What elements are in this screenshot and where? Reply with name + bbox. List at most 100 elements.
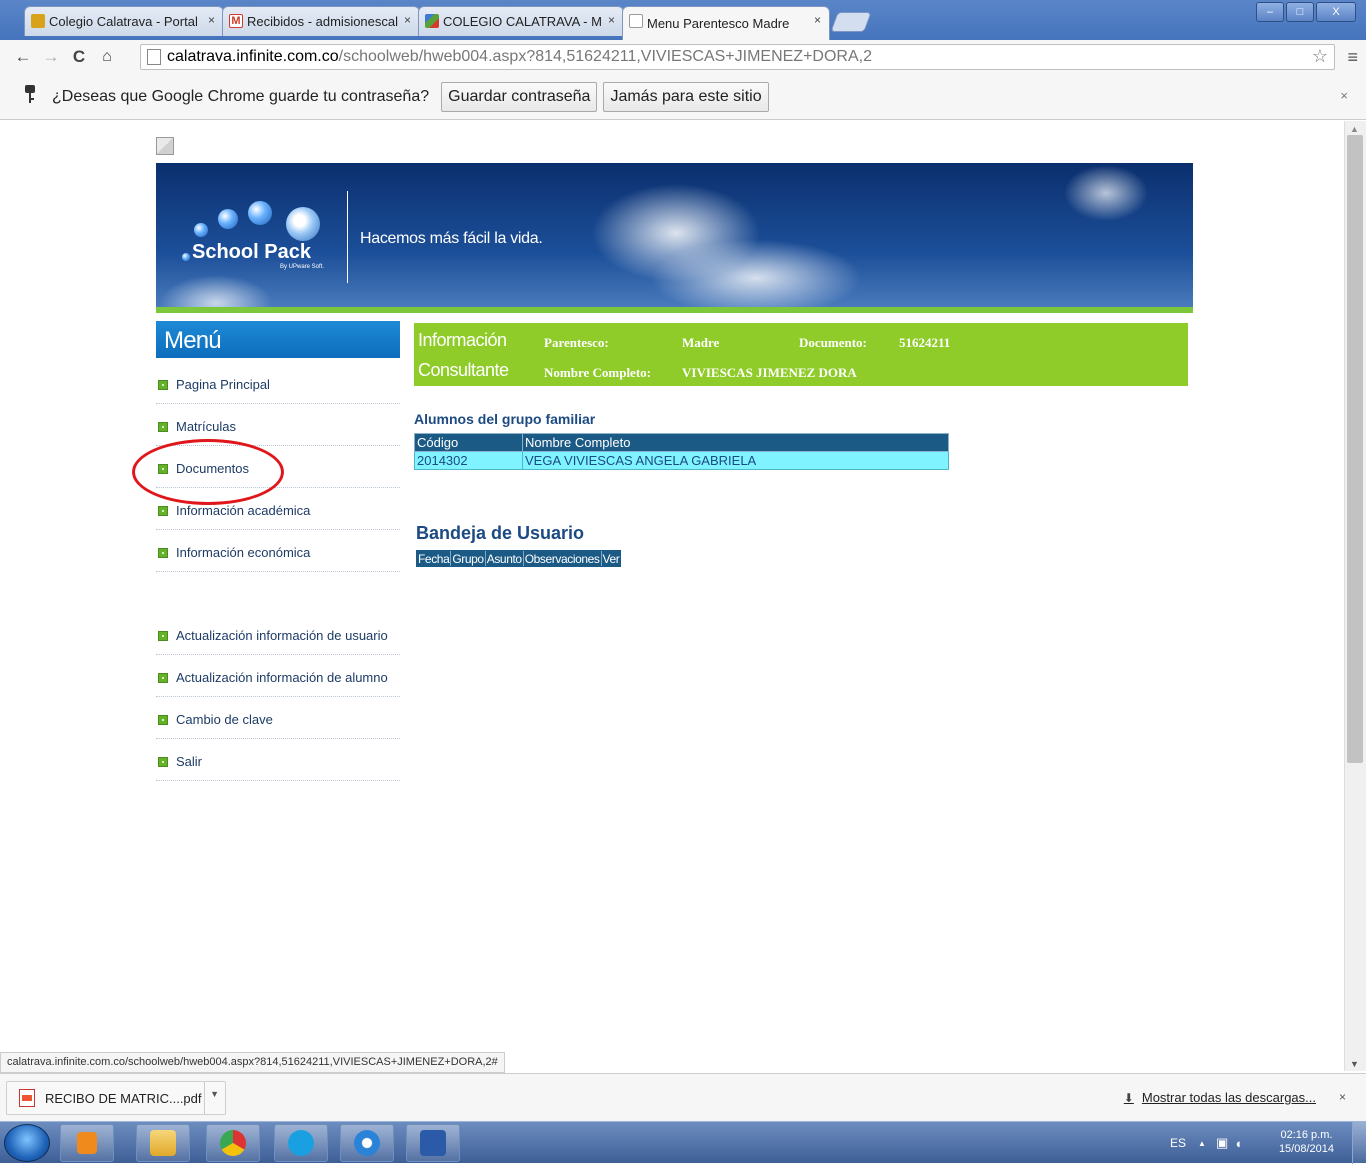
menu-item-label: Salir xyxy=(176,754,203,769)
menu-item-actualizacion-usuario[interactable]: Actualización información de usuario xyxy=(156,617,400,655)
parentesco-value: Madre xyxy=(682,335,720,350)
url-host: calatrava.infinite.com.co xyxy=(167,48,339,65)
plus-bullet-icon xyxy=(158,714,168,725)
close-window-button[interactable]: X xyxy=(1316,2,1356,22)
dropdown-caret-icon[interactable]: ▼ xyxy=(210,1089,219,1099)
tab-label: Menu Parentesco Madre xyxy=(647,16,790,31)
minimize-button[interactable]: – xyxy=(1256,2,1284,22)
page-favicon-icon xyxy=(629,14,643,28)
logo-dot-icon xyxy=(182,253,190,261)
download-arrow-icon: ⬇ xyxy=(1123,1090,1134,1105)
show-all-downloads-link[interactable]: ⬇ Mostrar todas las descargas... xyxy=(1124,1090,1316,1105)
tab-close-icon[interactable]: × xyxy=(814,13,821,27)
back-arrow-icon[interactable]: ← xyxy=(12,46,34,68)
tab-label: Colegio Calatrava - Portal xyxy=(49,14,198,29)
start-button[interactable] xyxy=(4,1124,50,1162)
download-shelf: RECIBO DE MATRIC....pdf ▼ ⬇ Mostrar toda… xyxy=(0,1073,1366,1121)
address-bar[interactable]: calatrava.infinite.com.co/schoolweb/hweb… xyxy=(140,44,1335,70)
gmail-icon: M xyxy=(229,14,243,28)
infobar-close-icon[interactable]: × xyxy=(1340,88,1348,103)
url-path: /schoolweb/hweb004.aspx?814,51624211,VIV… xyxy=(338,48,872,65)
menu-item-actualizacion-alumno[interactable]: Actualización información de alumno xyxy=(156,659,400,697)
word-icon xyxy=(420,1130,446,1156)
red-highlight-circle xyxy=(132,439,284,505)
scroll-down-arrow-icon[interactable]: ▼ xyxy=(1350,1059,1359,1069)
menu-item-salir[interactable]: Salir xyxy=(156,743,400,781)
save-password-button[interactable]: Guardar contraseña xyxy=(441,81,598,112)
scroll-thumb[interactable] xyxy=(1347,135,1363,763)
menu-item-cambio-clave[interactable]: Cambio de clave xyxy=(156,701,400,739)
home-icon[interactable]: ⌂ xyxy=(96,46,118,68)
pdf-file-icon xyxy=(19,1089,35,1107)
student-code-cell: 2014302 xyxy=(414,451,523,470)
bookmark-star-icon[interactable]: ☆ xyxy=(1312,46,1328,67)
plus-bullet-icon xyxy=(158,672,168,683)
tab-colegio-calatrava[interactable]: COLEGIO CALATRAVA - M × xyxy=(418,6,624,36)
download-filename: RECIBO DE MATRIC....pdf xyxy=(45,1090,202,1106)
browser-toolbar: ← → C ⌂ calatrava.infinite.com.co/school… xyxy=(0,40,1366,74)
taskbar-word[interactable] xyxy=(406,1124,460,1162)
taskbar-explorer[interactable] xyxy=(136,1124,190,1162)
scroll-up-arrow-icon[interactable]: ▲ xyxy=(1350,124,1359,134)
download-shelf-close-icon[interactable]: × xyxy=(1339,1090,1346,1104)
clock-time: 02:16 p.m. xyxy=(1280,1129,1333,1141)
column-header: Asunto xyxy=(486,551,524,566)
column-header: Nombre Completo xyxy=(522,433,949,452)
logo-ball-icon xyxy=(218,209,238,229)
volume-icon[interactable]: ◖ xyxy=(1234,1136,1242,1151)
table-row[interactable]: 2014302 VEGA VIVIESCAS ANGELA GABRIELA xyxy=(414,451,949,470)
column-header: Observaciones xyxy=(524,551,602,566)
plus-bullet-icon xyxy=(158,505,168,516)
students-table: Código Nombre Completo 2014302 VEGA VIVI… xyxy=(414,433,949,470)
parentesco-label: Parentesco: xyxy=(544,335,609,350)
internet-explorer-icon xyxy=(354,1130,380,1156)
never-save-button[interactable]: Jamás para este sitio xyxy=(603,81,769,112)
download-item[interactable]: RECIBO DE MATRIC....pdf ▼ xyxy=(6,1081,226,1115)
tab-close-icon[interactable]: × xyxy=(208,13,215,27)
maximize-button[interactable]: □ xyxy=(1286,2,1314,22)
reload-icon[interactable]: C xyxy=(68,46,90,68)
language-indicator[interactable]: ES xyxy=(1170,1136,1186,1150)
vertical-scrollbar[interactable]: ▲ ▼ xyxy=(1344,121,1366,1071)
student-name-cell: VEGA VIVIESCAS ANGELA GABRIELA xyxy=(522,451,949,470)
column-header: Fecha xyxy=(418,551,452,566)
menu-item-label: Actualización información de alumno xyxy=(176,670,388,685)
show-desktop-button[interactable] xyxy=(1352,1122,1366,1164)
taskbar-outlook[interactable] xyxy=(60,1124,114,1162)
chrome-menu-icon[interactable]: ≡ xyxy=(1347,47,1358,68)
forward-arrow-icon[interactable]: → xyxy=(40,46,62,68)
documento-value: 51624211 xyxy=(899,335,951,350)
logo-ball-icon xyxy=(248,201,272,225)
folder-icon xyxy=(150,1130,176,1156)
taskbar-chrome[interactable] xyxy=(206,1124,260,1162)
tray-expand-icon[interactable]: ▲ xyxy=(1198,1139,1206,1148)
system-tray: ES ▲ ▣ ◖ xyxy=(1156,1122,1366,1164)
taskbar-skype[interactable] xyxy=(274,1124,328,1162)
column-header: Ver xyxy=(602,552,620,566)
tab-colegio-portal[interactable]: Colegio Calatrava - Portal × xyxy=(24,6,224,36)
nombre-completo-value: VIVIESCAS JIMENEZ DORA xyxy=(682,365,857,380)
column-header: Código xyxy=(414,433,523,452)
new-tab-button[interactable] xyxy=(830,12,872,32)
logo-divider xyxy=(347,191,348,283)
tab-close-icon[interactable]: × xyxy=(404,13,411,27)
plus-bullet-icon xyxy=(158,630,168,641)
menu-item-label: Cambio de clave xyxy=(176,712,273,727)
documento-label: Documento: xyxy=(799,335,867,350)
skype-icon xyxy=(288,1130,314,1156)
menu-item-informacion-economica[interactable]: Información económica xyxy=(156,534,400,572)
tab-close-icon[interactable]: × xyxy=(608,13,615,27)
tab-strip: Colegio Calatrava - Portal × M Recibidos… xyxy=(0,0,1366,40)
clock[interactable]: 02:16 p.m. 15/08/2014 xyxy=(1279,1128,1334,1156)
network-icon[interactable]: ▣ xyxy=(1216,1135,1228,1151)
menu-item-pagina-principal[interactable]: Pagina Principal xyxy=(156,366,400,404)
tab-menu-parentesco[interactable]: Menu Parentesco Madre × xyxy=(622,6,830,40)
consultant-info-bar: Información Consultante Parentesco: Madr… xyxy=(414,323,1188,386)
show-all-label: Mostrar todas las descargas... xyxy=(1141,1090,1316,1105)
logo-text: School Pack xyxy=(192,241,311,263)
status-url-bubble: calatrava.infinite.com.co/schoolweb/hweb… xyxy=(0,1052,505,1073)
tab-gmail-inbox[interactable]: M Recibidos - admisionescal × xyxy=(222,6,420,36)
taskbar-ie[interactable] xyxy=(340,1124,394,1162)
inbox-section-title: Bandeja de Usuario xyxy=(416,523,585,543)
infobar-message: ¿Deseas que Google Chrome guarde tu cont… xyxy=(52,87,430,105)
